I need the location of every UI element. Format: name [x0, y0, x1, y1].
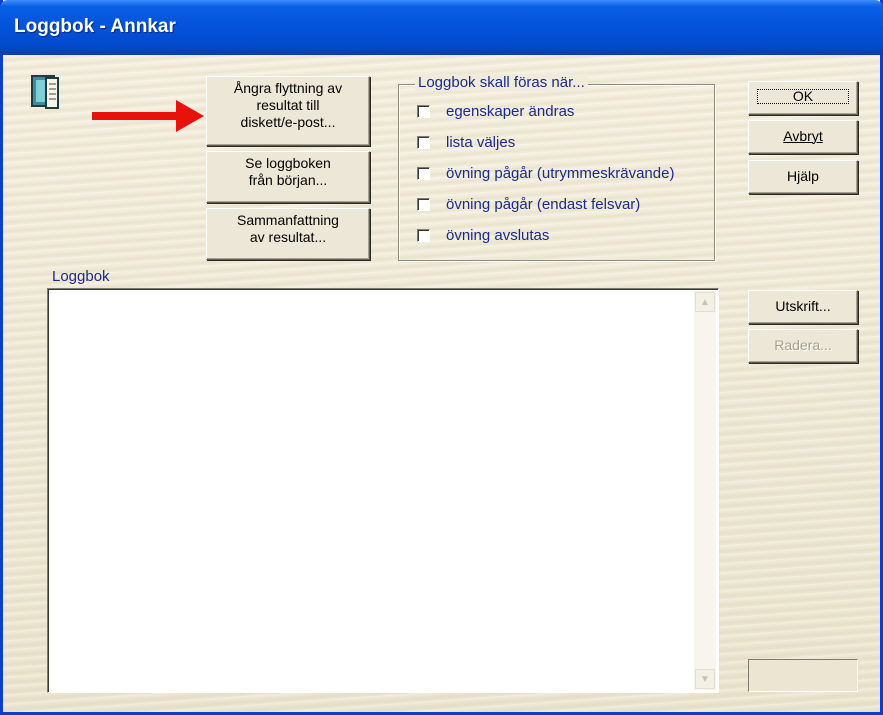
summary-line-1: Sammanfattning — [237, 212, 339, 228]
log-textarea[interactable]: ▲ ▼ — [47, 288, 719, 693]
cancel-label: Avbryt — [783, 128, 823, 144]
vertical-scrollbar[interactable]: ▲ ▼ — [694, 291, 716, 690]
option-row[interactable]: övning avslutas — [417, 224, 549, 246]
option-label: egenskaper ändras — [446, 102, 575, 120]
delete-button: Radera... — [748, 329, 858, 363]
checkbox[interactable] — [417, 197, 430, 211]
view-line-2: från början... — [248, 172, 328, 188]
option-label: övning pågår (utrymmeskrävande) — [446, 164, 675, 182]
summary-line-2: av resultat... — [249, 229, 327, 245]
view-log-button[interactable]: Se loggboken från början... — [206, 151, 370, 203]
scroll-up-icon[interactable]: ▲ — [695, 292, 715, 312]
cancel-button[interactable]: Avbryt — [748, 120, 858, 154]
help-label: Hjälp — [787, 168, 819, 184]
option-label: lista väljes — [446, 133, 516, 151]
undo-line-2: resultat till — [256, 97, 320, 113]
results-summary-button[interactable]: Sammanfattning av resultat... — [206, 208, 370, 260]
ok-button[interactable]: OK — [748, 81, 858, 115]
undo-move-results-button[interactable]: Ångra flyttning av resultat till diskett… — [206, 76, 370, 146]
view-line-1: Se loggboken — [245, 155, 331, 171]
status-field — [748, 659, 858, 692]
print-label: Utskrift... — [775, 298, 831, 314]
checkbox[interactable] — [417, 104, 430, 118]
option-row[interactable]: lista väljes — [417, 131, 515, 153]
delete-label: Radera... — [774, 337, 832, 353]
print-button[interactable]: Utskrift... — [748, 290, 858, 324]
checkbox[interactable] — [417, 135, 430, 149]
ok-label: OK — [753, 85, 853, 108]
red-arrow-icon — [92, 100, 204, 132]
window-title: Loggbok - Annkar — [14, 16, 176, 37]
checkbox[interactable] — [417, 166, 430, 180]
option-row[interactable]: egenskaper ändras — [417, 100, 574, 122]
group-title: Loggbok skall föras när... — [415, 74, 588, 91]
log-label: Loggbok — [52, 268, 110, 285]
checkbox[interactable] — [417, 228, 430, 242]
book-icon — [31, 75, 59, 109]
undo-line-3: diskett/e-post... — [240, 114, 336, 130]
option-label: övning avslutas — [446, 226, 550, 244]
option-row[interactable]: övning pågår (endast felsvar) — [417, 193, 640, 215]
scroll-down-icon[interactable]: ▼ — [695, 669, 715, 689]
help-button[interactable]: Hjälp — [748, 160, 858, 194]
undo-line-1: Ångra flyttning av — [233, 80, 343, 96]
title-bar[interactable]: Loggbok - Annkar — [0, 0, 883, 55]
option-label: övning pågår (endast felsvar) — [446, 195, 641, 213]
option-row[interactable]: övning pågår (utrymmeskrävande) — [417, 162, 674, 184]
